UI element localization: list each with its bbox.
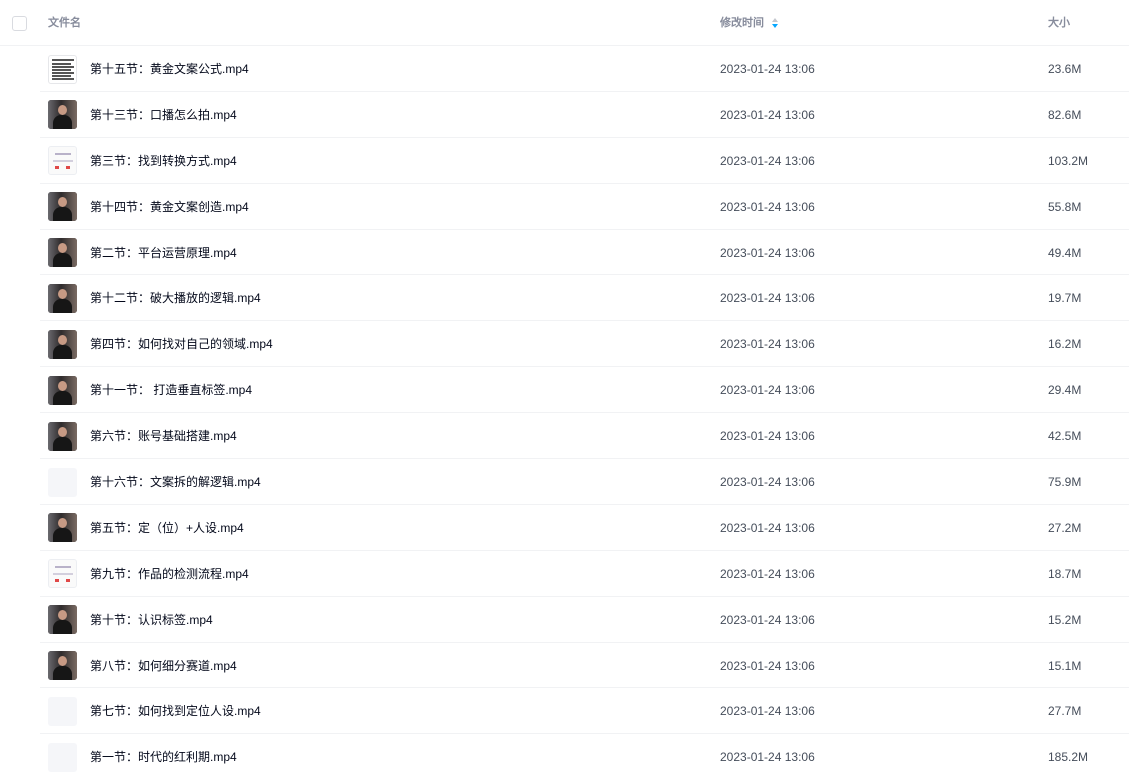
video-thumbnail-icon xyxy=(48,513,77,543)
file-list: 第十五节：黄金文案公式.mp4 2023-01-24 13:06 23.6M 第十三节… xyxy=(0,46,1129,774)
file-name-link[interactable]: 第五节：定（位）+人设.mp4 xyxy=(90,520,244,536)
file-row[interactable]: 第十四节：黄金文案创造.mp4 2023-01-24 13:06 55.8M xyxy=(40,184,1129,230)
video-thumbnail-icon xyxy=(48,467,77,497)
file-row[interactable]: 第九节：作品的检测流程.mp4 2023-01-24 13:06 18.7M xyxy=(40,551,1129,597)
file-row[interactable]: 第十节：认识标签.mp4 2023-01-24 13:06 15.2M xyxy=(40,597,1129,643)
file-size: 103.2M xyxy=(1048,153,1089,168)
file-modified-time: 2023-01-24 13:06 xyxy=(720,658,815,673)
file-size: 27.2M xyxy=(1048,520,1082,535)
video-thumbnail-icon xyxy=(48,329,77,359)
file-name-link[interactable]: 第一节：时代的红利期.mp4 xyxy=(90,749,237,765)
file-size: 75.9M xyxy=(1048,475,1082,490)
file-modified-time: 2023-01-24 13:06 xyxy=(720,383,815,398)
video-thumbnail-icon xyxy=(48,146,77,176)
file-size: 27.7M xyxy=(1048,704,1082,719)
file-name-link[interactable]: 第十二节：破大播放的逻辑.mp4 xyxy=(90,290,261,306)
video-thumbnail-icon xyxy=(48,54,77,84)
file-name-link[interactable]: 第十四节：黄金文案创造.mp4 xyxy=(90,199,249,215)
file-row[interactable]: 第三节：找到转换方式.mp4 2023-01-24 13:06 103.2M xyxy=(40,138,1129,184)
column-header-name[interactable]: 文件名 xyxy=(48,16,81,30)
file-name-link[interactable]: 第二节：平台运营原理.mp4 xyxy=(90,245,237,261)
column-header-modified-time[interactable]: 修改时间 xyxy=(720,16,764,30)
file-name-link[interactable]: 第十五节：黄金文案公式.mp4 xyxy=(90,61,249,77)
file-row[interactable]: 第十五节：黄金文案公式.mp4 2023-01-24 13:06 23.6M xyxy=(40,46,1129,92)
file-row[interactable]: 第十一节： 打造垂直标签.mp4 2023-01-24 13:06 29.4M xyxy=(40,367,1129,414)
file-modified-time: 2023-01-24 13:06 xyxy=(720,704,815,719)
file-size: 29.4M xyxy=(1048,383,1082,398)
file-name-link[interactable]: 第十三节：口播怎么拍.mp4 xyxy=(90,107,237,123)
file-row[interactable]: 第七节：如何找到定位人设.mp4 2023-01-24 13:06 27.7M xyxy=(40,688,1129,735)
file-modified-time: 2023-01-24 13:06 xyxy=(720,291,815,306)
file-row[interactable]: 第五节：定（位）+人设.mp4 2023-01-24 13:06 27.2M xyxy=(40,505,1129,551)
file-name-link[interactable]: 第六节：账号基础搭建.mp4 xyxy=(90,428,237,444)
file-modified-time: 2023-01-24 13:06 xyxy=(720,199,815,214)
file-modified-time: 2023-01-24 13:06 xyxy=(720,153,815,168)
file-modified-time: 2023-01-24 13:06 xyxy=(720,475,815,490)
file-size: 19.7M xyxy=(1048,291,1082,306)
file-name-link[interactable]: 第八节：如何细分赛道.mp4 xyxy=(90,658,237,674)
file-size: 15.2M xyxy=(1048,612,1082,627)
file-modified-time: 2023-01-24 13:06 xyxy=(720,107,815,122)
file-name-link[interactable]: 第三节：找到转换方式.mp4 xyxy=(90,153,237,169)
column-header-size[interactable]: 大小 xyxy=(1048,16,1070,30)
file-size: 55.8M xyxy=(1048,199,1082,214)
file-modified-time: 2023-01-24 13:06 xyxy=(720,429,815,444)
file-size: 49.4M xyxy=(1048,245,1082,260)
video-thumbnail-icon xyxy=(48,283,77,313)
file-modified-time: 2023-01-24 13:06 xyxy=(720,520,815,535)
file-name-link[interactable]: 第四节：如何找对自己的领域.mp4 xyxy=(90,336,273,352)
file-row[interactable]: 第十六节：文案拆的解逻辑.mp4 2023-01-24 13:06 75.9M xyxy=(40,459,1129,505)
file-modified-time: 2023-01-24 13:06 xyxy=(720,337,815,352)
file-name-link[interactable]: 第十六节：文案拆的解逻辑.mp4 xyxy=(90,474,261,490)
file-modified-time: 2023-01-24 13:06 xyxy=(720,566,815,581)
file-size: 16.2M xyxy=(1048,337,1082,352)
file-size: 42.5M xyxy=(1048,429,1082,444)
file-row[interactable]: 第八节：如何细分赛道.mp4 2023-01-24 13:06 15.1M xyxy=(40,643,1129,689)
file-row[interactable]: 第一节：时代的红利期.mp4 2023-01-24 13:06 185.2M xyxy=(40,734,1129,774)
file-size: 185.2M xyxy=(1048,750,1089,765)
video-thumbnail-icon xyxy=(48,100,77,130)
file-name-link[interactable]: 第九节：作品的检测流程.mp4 xyxy=(90,566,249,582)
sort-descending-icon[interactable] xyxy=(771,16,779,30)
video-thumbnail-icon xyxy=(48,696,77,726)
video-thumbnail-icon xyxy=(48,238,77,268)
video-thumbnail-icon xyxy=(48,559,77,589)
file-name-link[interactable]: 第十一节： 打造垂直标签.mp4 xyxy=(90,382,252,398)
video-thumbnail-icon xyxy=(48,192,77,222)
file-size: 82.6M xyxy=(1048,107,1082,122)
video-thumbnail-icon xyxy=(48,375,77,405)
file-modified-time: 2023-01-24 13:06 xyxy=(720,62,815,76)
file-name-link[interactable]: 第七节：如何找到定位人设.mp4 xyxy=(90,703,261,719)
file-name-link[interactable]: 第十节：认识标签.mp4 xyxy=(90,612,213,628)
file-row[interactable]: 第十二节：破大播放的逻辑.mp4 2023-01-24 13:06 19.7M xyxy=(40,275,1129,322)
video-thumbnail-icon xyxy=(48,651,77,681)
file-row[interactable]: 第四节：如何找对自己的领域.mp4 2023-01-24 13:06 16.2M xyxy=(40,321,1129,368)
file-size: 18.7M xyxy=(1048,566,1082,581)
video-thumbnail-icon xyxy=(48,605,77,635)
file-list-header: 文件名 修改时间 大小 xyxy=(0,0,1129,46)
video-thumbnail-icon xyxy=(48,421,77,451)
video-thumbnail-icon xyxy=(48,742,77,772)
file-size: 15.1M xyxy=(1048,658,1082,673)
file-row[interactable]: 第十三节：口播怎么拍.mp4 2023-01-24 13:06 82.6M xyxy=(40,92,1129,138)
file-size: 23.6M xyxy=(1048,62,1082,76)
select-all-checkbox[interactable] xyxy=(12,16,27,31)
file-modified-time: 2023-01-24 13:06 xyxy=(720,612,815,627)
file-modified-time: 2023-01-24 13:06 xyxy=(720,750,815,765)
file-row[interactable]: 第六节：账号基础搭建.mp4 2023-01-24 13:06 42.5M xyxy=(40,413,1129,460)
file-modified-time: 2023-01-24 13:06 xyxy=(720,245,815,260)
file-row[interactable]: 第二节：平台运营原理.mp4 2023-01-24 13:06 49.4M xyxy=(40,230,1129,276)
